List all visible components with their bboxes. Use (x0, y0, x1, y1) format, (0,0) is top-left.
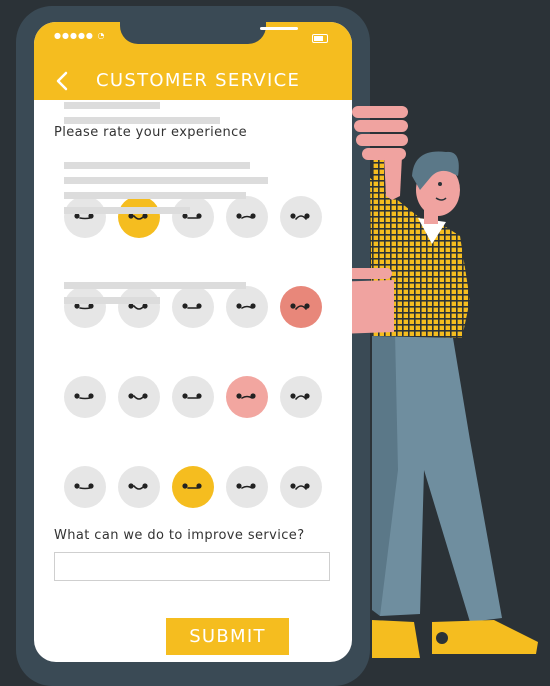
sad-face-icon[interactable] (280, 286, 322, 328)
chevron-left-icon[interactable] (54, 70, 70, 92)
phone-notch (120, 22, 298, 44)
question-text-placeholder (64, 177, 268, 184)
very-happy-face-icon[interactable] (64, 466, 106, 508)
page-title: CUSTOMER SERVICE (96, 70, 301, 91)
unhappy-face-icon[interactable] (226, 286, 268, 328)
submit-button[interactable]: SUBMIT (166, 618, 289, 655)
very-happy-face-icon[interactable] (64, 286, 106, 328)
thumbs-down-hand (352, 106, 408, 118)
signal-icon: ●●●●● ◔ (54, 31, 106, 40)
unhappy-face-icon[interactable] (226, 466, 268, 508)
question-text-placeholder (64, 282, 246, 289)
phone-screen: ●●●●● ◔ CUSTOMER SERVICE Please rate you… (34, 22, 352, 662)
happy-face-icon[interactable] (118, 466, 160, 508)
very-happy-face-icon[interactable] (64, 376, 106, 418)
happy-face-icon[interactable] (118, 376, 160, 418)
sad-face-icon[interactable] (280, 466, 322, 508)
unhappy-face-icon[interactable] (226, 376, 268, 418)
happy-face-icon[interactable] (118, 286, 160, 328)
question-text-placeholder (64, 207, 190, 214)
question-text-placeholder (64, 192, 246, 199)
battery-icon (312, 34, 328, 43)
question-text-placeholder (64, 117, 220, 124)
very-happy-face-icon[interactable] (64, 196, 106, 238)
speaker (260, 27, 298, 30)
sad-face-icon[interactable] (280, 376, 322, 418)
question-text-placeholder (64, 297, 160, 304)
improve-question: What can we do to improve service? (54, 528, 305, 543)
sad-face-icon[interactable] (280, 196, 322, 238)
unhappy-face-icon[interactable] (226, 196, 268, 238)
neutral-face-icon[interactable] (172, 286, 214, 328)
improve-input[interactable] (54, 552, 330, 581)
question-text-placeholder (64, 102, 160, 109)
app-header: ●●●●● ◔ CUSTOMER SERVICE (34, 22, 352, 100)
rating-prompt: Please rate your experience (54, 125, 248, 140)
left-shoe (372, 620, 420, 658)
neutral-face-icon[interactable] (172, 466, 214, 508)
neutral-face-icon[interactable] (172, 376, 214, 418)
question-text-placeholder (64, 162, 250, 169)
happy-face-icon[interactable] (118, 196, 160, 238)
scene: ●●●●● ◔ CUSTOMER SERVICE Please rate you… (0, 0, 550, 686)
neutral-face-icon[interactable] (172, 196, 214, 238)
